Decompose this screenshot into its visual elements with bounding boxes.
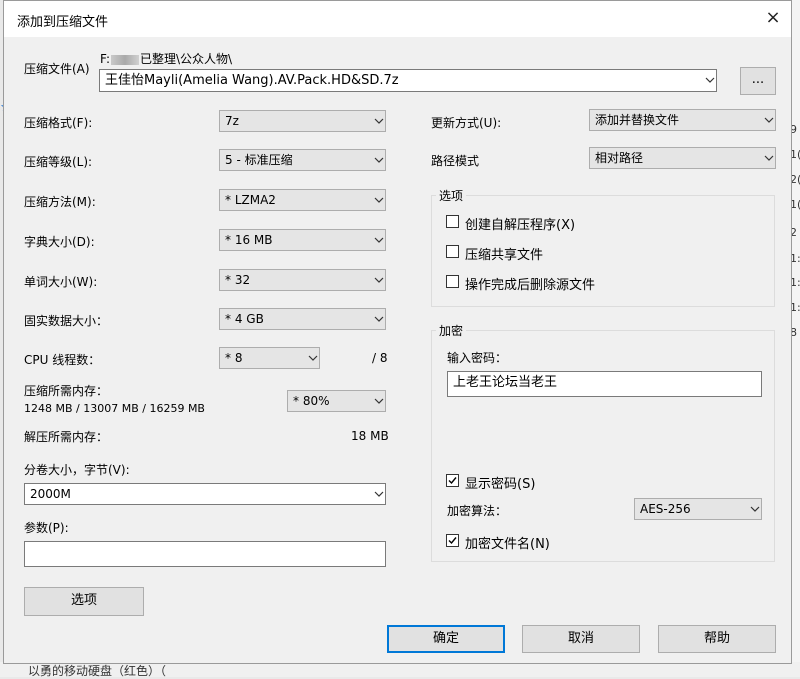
algo-select[interactable]: AES-256 bbox=[634, 498, 762, 520]
mem-percent-value: * 80% bbox=[293, 394, 330, 408]
pathmode-label: 路径模式 bbox=[431, 154, 480, 168]
sfx-label: 创建自解压程序(X) bbox=[465, 218, 576, 233]
volume-value: 2000M bbox=[30, 487, 71, 501]
algo-label: 加密算法： bbox=[447, 504, 508, 518]
cancel-button[interactable]: 取消 bbox=[522, 625, 640, 653]
chevron-down-icon bbox=[374, 397, 384, 405]
archive-path-prefix: F: 已整理\公众人物\ bbox=[100, 52, 233, 66]
solid-select[interactable]: * 4 GB bbox=[219, 308, 386, 330]
password-label: 输入密码： bbox=[447, 351, 508, 365]
shared-checkbox[interactable] bbox=[446, 245, 459, 258]
method-select[interactable]: * LZMA2 bbox=[219, 189, 386, 211]
encrypt-names-checkbox[interactable] bbox=[446, 534, 459, 547]
help-button[interactable]: 帮助 bbox=[658, 625, 776, 653]
level-label: 压缩等级(L): bbox=[24, 155, 93, 169]
params-label: 参数(P): bbox=[24, 521, 69, 535]
chevron-down-icon bbox=[705, 76, 715, 84]
threads-select[interactable]: * 8 bbox=[219, 347, 320, 369]
chevron-down-icon bbox=[374, 117, 384, 125]
chevron-down-icon bbox=[750, 505, 760, 513]
dict-value: * 16 MB bbox=[225, 233, 273, 247]
archive-filename-combo[interactable]: 王佳怡Mayli(Amelia Wang).AV.Pack.HD&SD.7z bbox=[99, 69, 717, 92]
dict-label: 字典大小(D): bbox=[24, 235, 95, 249]
update-value: 添加并替换文件 bbox=[595, 113, 680, 127]
chevron-down-icon bbox=[374, 196, 384, 204]
mem-decomp-label: 解压所需内存： bbox=[24, 430, 109, 444]
threads-max: / 8 bbox=[372, 351, 388, 365]
mem-comp-label: 压缩所需内存： bbox=[24, 384, 109, 398]
algo-value: AES-256 bbox=[640, 502, 691, 516]
dict-select[interactable]: * 16 MB bbox=[219, 229, 386, 251]
close-icon[interactable]: × bbox=[756, 3, 790, 33]
solid-value: * 4 GB bbox=[225, 312, 264, 326]
add-to-archive-dialog: 添加到压缩文件 × 压缩文件(A) F: 已整理\公众人物\ 王佳怡Mayli(A… bbox=[3, 0, 792, 664]
encrypt-names-label: 加密文件名(N) bbox=[465, 537, 550, 552]
update-label: 更新方式(U): bbox=[431, 116, 502, 130]
chevron-down-icon bbox=[764, 116, 774, 124]
options-button[interactable]: 选项 bbox=[24, 587, 144, 616]
chevron-down-icon bbox=[374, 236, 384, 244]
options-group-title: 选项 bbox=[436, 187, 467, 204]
dialog-title: 添加到压缩文件 bbox=[17, 15, 109, 30]
format-label: 压缩格式(F): bbox=[24, 116, 93, 130]
method-label: 压缩方法(M): bbox=[24, 195, 96, 209]
background-text: 以勇的移动硬盘（红色）（ bbox=[28, 664, 167, 678]
mem-decomp-value: 18 MB bbox=[351, 429, 389, 443]
browse-button[interactable]: ... bbox=[740, 67, 776, 95]
word-label: 单词大小(W): bbox=[24, 275, 98, 289]
solid-label: 固实数据大小： bbox=[24, 314, 109, 328]
format-select[interactable]: 7z bbox=[219, 110, 386, 132]
chevron-down-icon bbox=[764, 154, 774, 162]
chevron-down-icon bbox=[374, 156, 384, 164]
chevron-down-icon bbox=[308, 354, 318, 362]
shared-label: 压缩共享文件 bbox=[465, 248, 544, 263]
volume-label: 分卷大小，字节(V): bbox=[24, 463, 130, 477]
pathmode-value: 相对路径 bbox=[595, 151, 644, 165]
pathmode-select[interactable]: 相对路径 bbox=[589, 147, 776, 169]
checkmark-icon bbox=[448, 477, 457, 485]
level-value: 5 - 标准压缩 bbox=[225, 153, 293, 167]
chevron-down-icon bbox=[374, 315, 384, 323]
word-select[interactable]: * 32 bbox=[219, 269, 386, 291]
delete-label: 操作完成后删除源文件 bbox=[465, 278, 596, 293]
format-value: 7z bbox=[225, 114, 239, 128]
archive-filename: 王佳怡Mayli(Amelia Wang).AV.Pack.HD&SD.7z bbox=[105, 73, 399, 88]
chevron-down-icon bbox=[374, 490, 384, 498]
delete-checkbox[interactable] bbox=[446, 275, 459, 288]
checkmark-icon bbox=[448, 537, 457, 545]
threads-value: * 8 bbox=[225, 351, 243, 365]
volume-combo[interactable]: 2000M bbox=[24, 483, 386, 505]
encryption-group-title: 加密 bbox=[436, 322, 467, 339]
method-value: * LZMA2 bbox=[225, 193, 276, 207]
mem-percent-select[interactable]: * 80% bbox=[287, 390, 386, 412]
level-select[interactable]: 5 - 标准压缩 bbox=[219, 149, 386, 171]
chevron-down-icon bbox=[374, 276, 384, 284]
word-value: * 32 bbox=[225, 273, 251, 287]
show-password-checkbox[interactable] bbox=[446, 474, 459, 487]
mem-comp-detail: 1248 MB / 13007 MB / 16259 MB bbox=[24, 402, 205, 415]
params-input[interactable] bbox=[24, 541, 386, 567]
threads-label: CPU 线程数： bbox=[24, 353, 101, 367]
sfx-checkbox[interactable] bbox=[446, 215, 459, 228]
archive-label: 压缩文件(A) bbox=[24, 62, 90, 76]
blurred-path-segment bbox=[111, 54, 140, 65]
password-input[interactable]: 上老王论坛当老王 bbox=[447, 371, 762, 397]
title-bar: 添加到压缩文件 × bbox=[4, 1, 791, 37]
ok-button[interactable]: 确定 bbox=[387, 625, 505, 653]
show-password-label: 显示密码(S) bbox=[465, 477, 536, 492]
update-select[interactable]: 添加并替换文件 bbox=[589, 109, 776, 131]
